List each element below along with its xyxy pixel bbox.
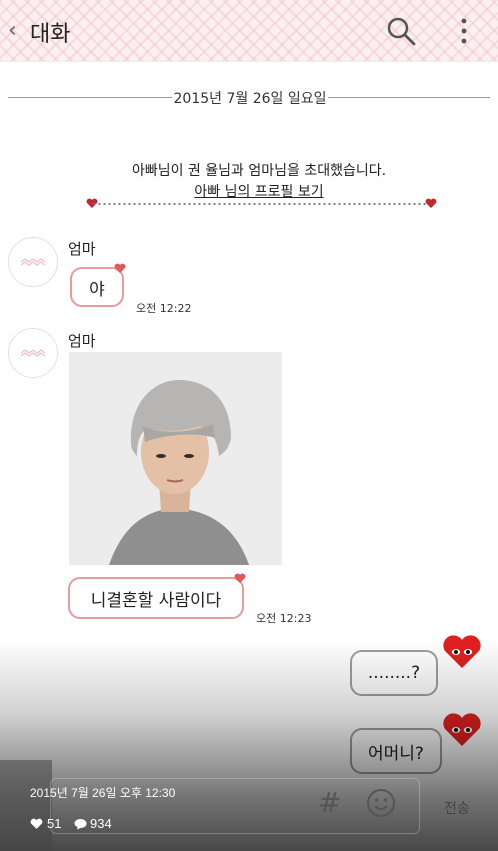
portrait-photo[interactable]: [69, 352, 282, 565]
post-date: 2015년 7월 26일 오후 12:30: [30, 786, 176, 800]
add-button[interactable]: [0, 760, 52, 851]
date-divider: 2015년 7월 26일 일요일: [8, 86, 490, 110]
chevron-left-icon[interactable]: ‹: [8, 18, 17, 43]
comments-count[interactable]: 934: [74, 816, 112, 831]
profile-link[interactable]: 아빠 님의 프로필 보기: [0, 181, 498, 201]
input-bar: # 전송: [0, 760, 498, 851]
date-label: 2015년 7월 26일 일요일: [173, 91, 327, 107]
message-bubble[interactable]: 니결혼할 사람이다: [68, 577, 244, 619]
top-bar: ‹ 대화: [0, 0, 498, 62]
search-icon[interactable]: [386, 16, 416, 46]
heart-icon: [234, 573, 246, 583]
heart-icon: [425, 198, 437, 208]
dotted-divider: [92, 203, 432, 205]
sender-name: 엄마: [68, 332, 96, 350]
sender-name: 엄마: [68, 240, 96, 258]
more-vertical-icon[interactable]: [456, 16, 472, 46]
likes-count[interactable]: 51: [30, 816, 61, 831]
send-button[interactable]: 전송: [444, 798, 470, 818]
my-message-bubble[interactable]: ........?: [350, 650, 438, 696]
avatar-pattern-icon: [21, 349, 46, 357]
heart-eyes-icon: [443, 713, 481, 746]
avatar-pattern-icon: [21, 258, 46, 266]
message-time: 오전 12:23: [256, 612, 312, 625]
page-title: 대화: [30, 22, 71, 47]
avatar[interactable]: [8, 237, 58, 287]
avatar[interactable]: [8, 328, 58, 378]
smiley-icon[interactable]: [366, 788, 396, 818]
system-notice: 아빠님이 권 율님과 엄마님을 초대했습니다.: [131, 163, 387, 179]
heart-icon: [30, 818, 43, 829]
heart-eyes-icon: [443, 635, 481, 668]
hash-icon[interactable]: #: [318, 786, 341, 819]
comment-icon: [74, 818, 87, 829]
heart-icon: [114, 263, 126, 273]
message-time: 오전 12:22: [136, 302, 192, 315]
